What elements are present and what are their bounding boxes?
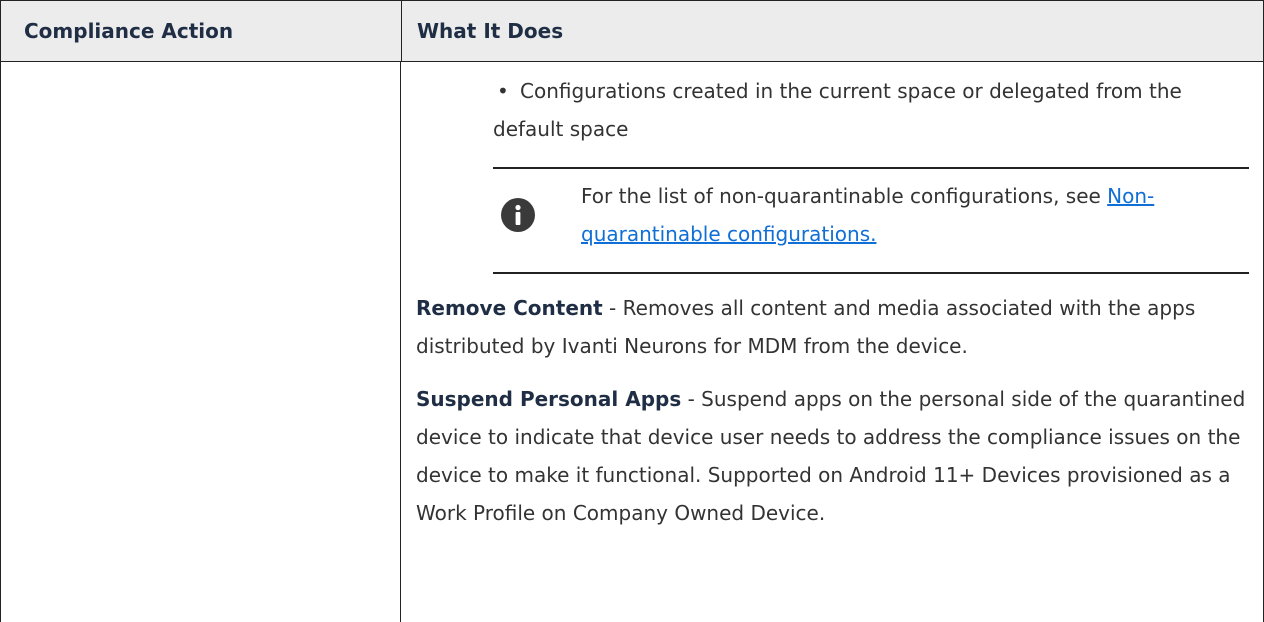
suspend-personal-apps-paragraph: Suspend Personal Apps - Suspend apps on … — [416, 380, 1248, 532]
note-text: For the list of non-quarantinable config… — [581, 177, 1221, 253]
suspend-personal-apps-term: Suspend Personal Apps — [416, 387, 682, 411]
info-icon — [501, 198, 535, 232]
note-divider-bottom — [493, 272, 1249, 274]
header-compliance-action: Compliance Action — [24, 19, 234, 43]
bullet-text: Configurations created in the current sp… — [493, 79, 1182, 141]
header-column-divider — [401, 1, 402, 61]
remove-content-term: Remove Content — [416, 296, 603, 320]
table-border-left — [0, 62, 1, 622]
compliance-actions-table: Compliance Action What It Does • Configu… — [0, 0, 1264, 622]
table-header-row: Compliance Action What It Does — [0, 0, 1264, 62]
remove-content-paragraph: Remove Content - Removes all content and… — [416, 289, 1248, 365]
note-body: For the list of non-quarantinable config… — [581, 184, 1108, 208]
header-what-it-does: What It Does — [417, 19, 564, 43]
table-column-divider — [400, 62, 401, 622]
note-divider-top — [493, 167, 1249, 169]
